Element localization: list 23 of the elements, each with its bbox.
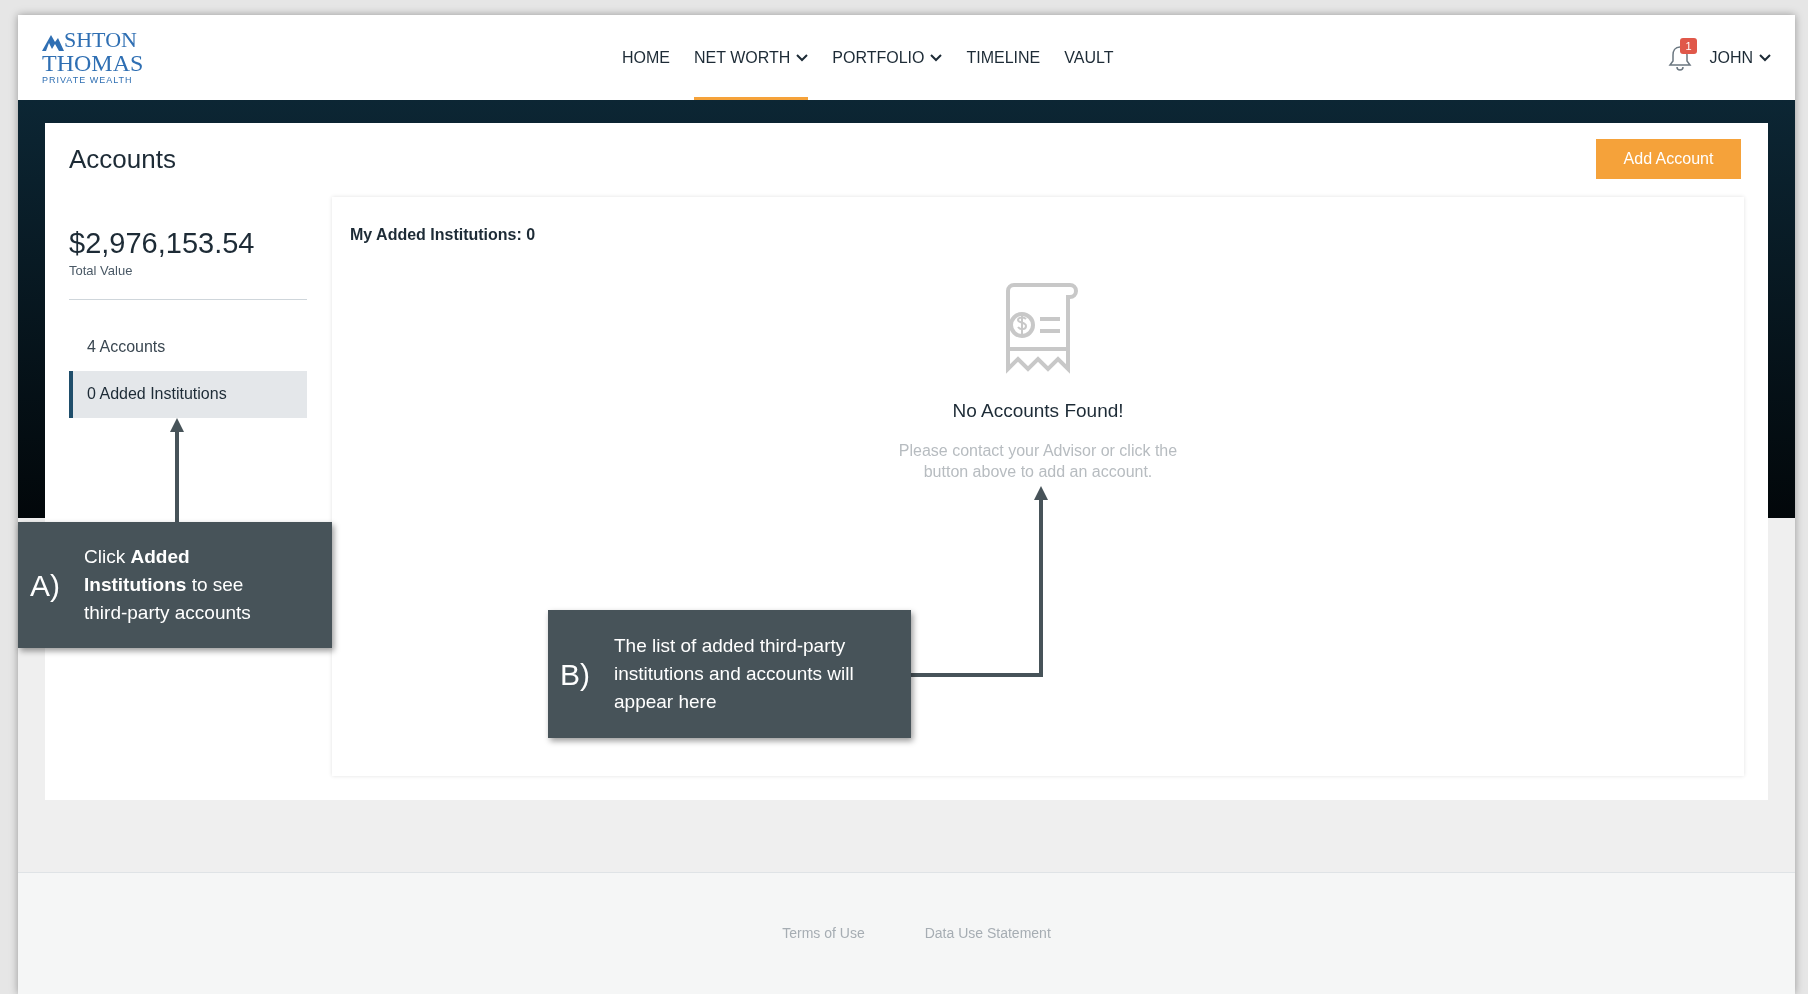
logo-tagline: PRIVATE WEALTH [42, 74, 134, 87]
user-menu[interactable]: JOHN [1709, 45, 1771, 70]
nav-tab[interactable]: PORTFOLIO [832, 15, 943, 100]
nav-tab[interactable]: TIMELINE [966, 15, 1041, 100]
sidebar-item[interactable]: 4 Accounts [69, 323, 307, 371]
sidebar-item[interactable]: 0 Added Institutions [69, 370, 307, 418]
logo-text: SHTON [64, 28, 137, 51]
callout-marker: A) [30, 567, 60, 604]
panel-heading: My Added Institutions: 0 [350, 225, 537, 245]
empty-title: No Accounts Found! [952, 399, 1124, 423]
notification-badge: 1 [1680, 37, 1697, 54]
nav-tab[interactable]: VAULT [1064, 15, 1114, 100]
total-label: Total Value [69, 262, 134, 281]
total-amount: $2,976,153.54 [69, 226, 256, 261]
callout-text: The list of added third-party institutions and accounts will appear here [614, 634, 855, 714]
chevron-down-icon [1759, 53, 1771, 62]
callout-marker: B) [560, 656, 590, 693]
nav-tab[interactable]: HOME [622, 15, 670, 100]
callout-text: Click Added Institutions to see third-party accounts [84, 545, 252, 625]
page-title: Accounts [69, 142, 176, 176]
logo-text: THOMAS [42, 50, 145, 75]
bell-icon[interactable] [1667, 43, 1694, 72]
empty-message: Please contact your Advisor or click the button above to add an account. [897, 440, 1179, 482]
